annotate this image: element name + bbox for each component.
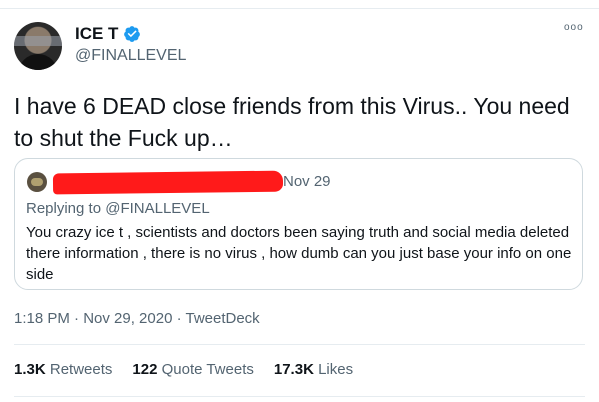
replying-to-handle[interactable]: @FINALLEVEL [105, 200, 209, 217]
avatar-background-strip [14, 36, 62, 46]
likes-count: 17.3K [273, 361, 314, 378]
quote-tweets-count: 122 [132, 361, 158, 378]
stats-divider-bottom [14, 396, 585, 397]
author-avatar[interactable] [14, 22, 62, 70]
retweets-count: 1.3K [14, 361, 46, 378]
verified-badge-icon [124, 26, 141, 42]
author-display-name[interactable]: ICE T [75, 24, 118, 44]
likes-stat[interactable]: 17.3K Likes [274, 361, 353, 378]
retweets-stat[interactable]: 1.3K Retweets [14, 361, 112, 378]
quote-tweets-stat[interactable]: 122 Quote Tweets [132, 361, 253, 378]
quote-tweets-label: Quote Tweets [161, 361, 254, 378]
more-dots-icon[interactable]: ooo [564, 22, 584, 33]
tweet-timestamp[interactable]: 1:18 PM · Nov 29, 2020 · TweetDeck [14, 310, 260, 327]
tweet-text: I have 6 DEAD close friends from this Vi… [14, 93, 570, 151]
likes-label: Likes [318, 361, 354, 378]
quoted-tweet-date: Nov 29 [283, 173, 331, 190]
replying-to-prefix: Replying to [26, 200, 102, 217]
author-name-row: ICE T [75, 24, 141, 44]
author-handle[interactable]: @FINALLEVEL [75, 47, 186, 65]
avatar-body [18, 54, 58, 70]
retweets-label: Retweets [49, 361, 113, 378]
stats-divider-top [14, 344, 585, 345]
redaction-mark [52, 170, 284, 195]
quoted-tweet-text: You crazy ice t , scientists and doctors… [26, 224, 572, 283]
quoted-author-avatar [27, 172, 47, 192]
engagement-stats: 1.3K Retweets 122 Quote Tweets 17.3K Lik… [14, 361, 353, 378]
quoted-tweet-card[interactable]: Nov 29 Replying to @FINALLEVEL You crazy… [14, 158, 583, 290]
top-divider [0, 8, 599, 9]
replying-to-line: Replying to @FINALLEVEL [26, 200, 210, 217]
